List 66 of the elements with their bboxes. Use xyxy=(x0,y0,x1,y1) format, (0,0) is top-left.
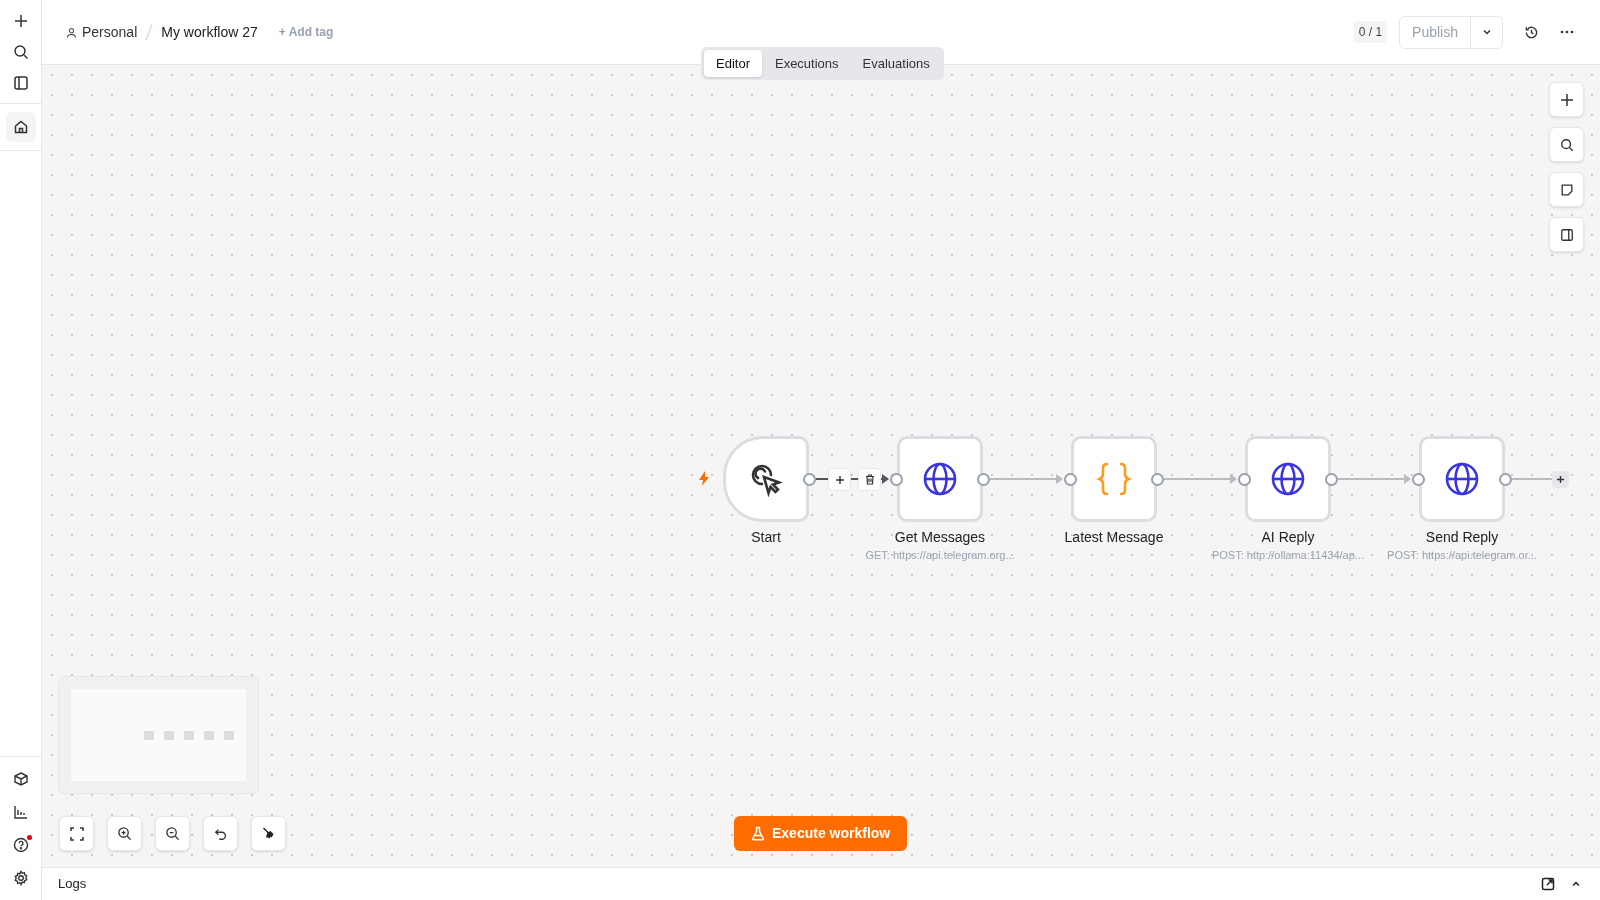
braces-icon xyxy=(1096,461,1132,497)
bar-chart-icon[interactable] xyxy=(12,804,29,820)
pop-out-icon[interactable] xyxy=(1541,877,1555,891)
fit-view-icon xyxy=(69,826,84,841)
plus-icon xyxy=(834,474,845,485)
search-icon[interactable] xyxy=(12,44,29,60)
zoom-out-button[interactable] xyxy=(155,816,190,851)
workflow-node[interactable] xyxy=(897,436,983,522)
globe-icon xyxy=(922,461,958,497)
plus-icon xyxy=(1556,475,1565,484)
view-tab[interactable]: Evaluations xyxy=(851,50,941,77)
workflow-node[interactable] xyxy=(723,436,809,522)
minimap-node xyxy=(204,730,214,740)
minimap-node xyxy=(164,730,174,740)
counter-badge: 0 / 1 xyxy=(1353,21,1388,43)
globe-icon xyxy=(1444,461,1480,497)
zoom-in-icon xyxy=(117,826,132,841)
lightning-icon xyxy=(698,471,710,486)
panel-toggle-button[interactable] xyxy=(1549,217,1584,252)
add-node-button[interactable] xyxy=(1552,471,1569,488)
sidebar-toggle-icon[interactable] xyxy=(12,75,29,91)
workflow-node[interactable] xyxy=(1245,436,1331,522)
node-title: Send Reply xyxy=(1424,528,1500,547)
fit-view-button[interactable] xyxy=(59,816,94,851)
search-button[interactable] xyxy=(1549,127,1584,162)
home-icon xyxy=(12,119,29,135)
node-subtitle: GET: https://api.telegram.org... xyxy=(864,548,1016,563)
connector-line xyxy=(1511,478,1553,480)
workflow-node[interactable] xyxy=(1419,436,1505,522)
help-icon[interactable] xyxy=(12,837,29,853)
user-icon xyxy=(66,26,77,38)
globe-icon xyxy=(1270,461,1306,497)
view-tab[interactable]: Executions xyxy=(763,50,850,77)
node-title: AI Reply xyxy=(1260,528,1316,547)
project-link[interactable]: Personal xyxy=(82,21,138,43)
add-node-button[interactable] xyxy=(1549,82,1584,117)
minimap-node xyxy=(184,730,194,740)
node-title: Get Messages xyxy=(893,528,987,547)
add-connection-button[interactable] xyxy=(828,468,851,491)
plus-icon xyxy=(1559,92,1574,107)
plus-icon[interactable] xyxy=(12,13,29,29)
node-title: Start xyxy=(750,528,782,547)
zoom-out-icon xyxy=(165,826,180,841)
search-icon xyxy=(1559,137,1574,152)
tidy-up-button[interactable] xyxy=(251,816,286,851)
logs-title[interactable]: Logs xyxy=(58,874,87,894)
note-icon xyxy=(1559,182,1574,197)
breadcrumb-separator-icon xyxy=(145,23,154,41)
flask-icon xyxy=(751,826,765,841)
zoom-in-button[interactable] xyxy=(107,816,142,851)
minimap-node xyxy=(224,730,234,740)
node-title: Latest Message xyxy=(1063,528,1165,547)
history-icon[interactable] xyxy=(1524,24,1539,40)
view-tab[interactable]: Editor xyxy=(704,50,762,77)
home-button[interactable] xyxy=(5,112,36,142)
minimap-node xyxy=(144,730,154,740)
workflow-name[interactable]: My workflow 27 xyxy=(161,21,258,43)
delete-connection-button[interactable] xyxy=(858,468,881,491)
settings-icon[interactable] xyxy=(12,870,29,886)
trash-icon xyxy=(864,474,875,485)
undo-button[interactable] xyxy=(203,816,238,851)
panel-icon xyxy=(1559,227,1574,242)
workflow-node[interactable] xyxy=(1071,436,1157,522)
sticky-note-button[interactable] xyxy=(1549,172,1584,207)
more-icon[interactable] xyxy=(1560,30,1574,34)
package-icon[interactable] xyxy=(12,771,29,787)
